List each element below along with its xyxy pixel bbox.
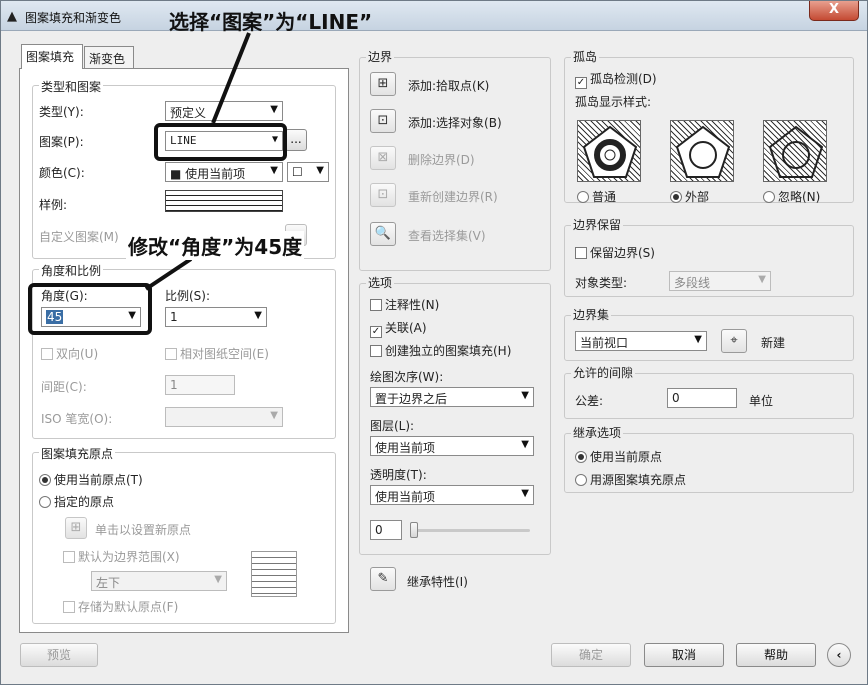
annotation-arrows xyxy=(144,32,251,291)
annotation-middle: 修改“角度”为45度 xyxy=(126,231,305,260)
hatch-dialog: ▲ 图案填充和渐变色 X 选择“图案”为“LINE” 修改“角度”为45度 图案… xyxy=(0,0,868,685)
